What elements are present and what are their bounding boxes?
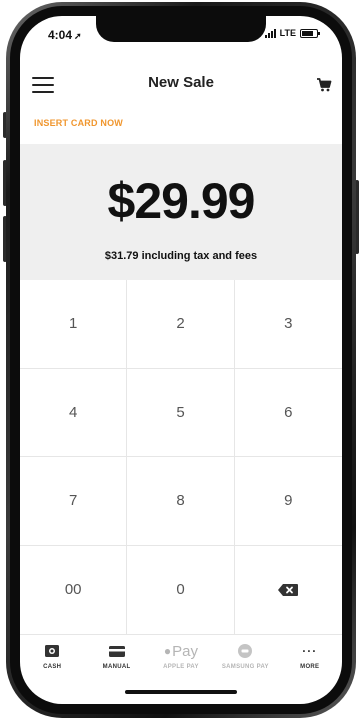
key-8[interactable]: 8 xyxy=(127,457,235,546)
key-2[interactable]: 2 xyxy=(127,280,235,369)
key-4[interactable]: 4 xyxy=(20,368,128,457)
tab-apple-pay-label: APPLE PAY xyxy=(163,664,199,670)
more-icon: ··· xyxy=(302,644,318,658)
cash-icon xyxy=(45,645,60,657)
apple-pay-logo-text: Pay xyxy=(172,642,199,660)
tab-cash-label: CASH xyxy=(43,664,62,670)
tab-samsung-pay-label: SAMSUNG PAY xyxy=(221,664,269,670)
tab-cash[interactable]: CASH xyxy=(24,643,80,670)
cart-icon[interactable] xyxy=(316,77,332,93)
card-icon xyxy=(108,645,125,657)
sale-amount: $29.99 xyxy=(107,173,256,229)
key-3[interactable]: 3 xyxy=(234,280,342,369)
key-0[interactable]: 0 xyxy=(127,545,235,634)
key-5[interactable]: 5 xyxy=(127,368,235,457)
tab-apple-pay[interactable]: ● Pay APPLE PAY xyxy=(153,642,209,671)
tab-more-label: MORE xyxy=(300,664,320,670)
tab-manual-label: MANUAL xyxy=(102,664,131,670)
backspace-icon xyxy=(278,583,299,596)
home-indicator[interactable] xyxy=(125,690,237,694)
tab-manual[interactable]: MANUAL xyxy=(89,643,145,670)
amount-panel: $29.99 $31.79 including tax and fees xyxy=(20,144,342,280)
key-6[interactable]: 6 xyxy=(234,369,342,457)
app-content: New Sale INSERT CARD NOW $29.99 $31.79 i… xyxy=(20,16,342,700)
backspace-key[interactable] xyxy=(235,546,342,635)
tab-more[interactable]: ··· MORE xyxy=(282,643,338,670)
card-prompt: INSERT CARD NOW xyxy=(34,118,123,128)
samsung-pay-icon xyxy=(238,644,253,658)
payment-method-bar: CASH MANUAL ● Pay APPLE PAY SAMSUNG PAY … xyxy=(20,634,342,680)
nav-header: New Sale xyxy=(20,72,342,102)
apple-logo-icon: ● xyxy=(163,644,172,658)
key-1[interactable]: 1 xyxy=(20,280,128,369)
total-with-fees: $31.79 including tax and fees xyxy=(104,250,258,262)
key-7[interactable]: 7 xyxy=(20,457,128,546)
page-title: New Sale xyxy=(148,74,214,91)
key-9[interactable]: 9 xyxy=(234,457,342,546)
key-00[interactable]: 00 xyxy=(20,545,128,634)
keypad: 1 2 3 4 5 6 7 8 9 00 0 xyxy=(20,280,342,634)
tab-samsung-pay[interactable]: SAMSUNG PAY xyxy=(217,643,273,670)
